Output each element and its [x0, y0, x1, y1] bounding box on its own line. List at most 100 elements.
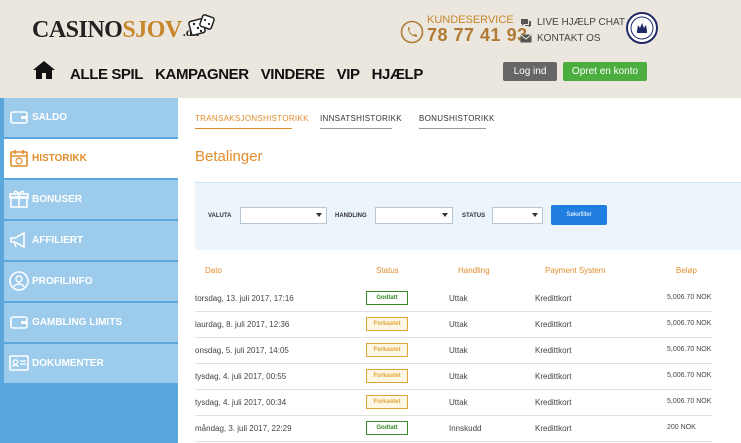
- chat-icon: [521, 18, 531, 27]
- cell-date: onsdag, 5. juli 2017, 14:05: [195, 346, 289, 355]
- login-button[interactable]: Log ind: [503, 62, 557, 81]
- wallet-icon: [10, 316, 28, 329]
- column-header-status: Status: [376, 266, 399, 275]
- status-badge: Godtatt: [366, 291, 408, 305]
- calendar-icon: [10, 150, 28, 167]
- status-badge: Forkastet: [366, 317, 408, 331]
- history-content: TRANSAKSJONSHISTORIKK INNSATSHISTORIKK B…: [178, 98, 741, 443]
- cell-action: Uttak: [449, 294, 468, 303]
- cell-action: Uttak: [449, 346, 468, 355]
- search-filter-button[interactable]: Søkefilter: [551, 205, 607, 225]
- phone-icon: [400, 20, 424, 44]
- nav-item-winners[interactable]: VINDERE: [261, 66, 325, 83]
- cell-date: tysdag, 4. juli 2017, 00:34: [195, 398, 287, 407]
- cell-date: måndag, 3. juli 2017, 22:29: [195, 424, 292, 433]
- account-sidebar: SALDO HISTORIKK BONUSER AFFILIERT PROFIL…: [0, 98, 178, 443]
- currency-label: VALUTA: [208, 213, 232, 219]
- chevron-down-icon: [532, 213, 538, 217]
- register-button[interactable]: Opret en konto: [563, 62, 647, 81]
- logo-text-accent: SJOV: [122, 17, 182, 43]
- cell-amount: 5,006.70 NOK: [667, 398, 712, 405]
- tab-bet-history[interactable]: INNSATSHISTORIKK: [320, 114, 402, 123]
- license-seal-icon[interactable]: [626, 12, 658, 44]
- cell-payment-system: Kredittkort: [535, 294, 572, 303]
- main-nav: ALLE SPIL KAMPAGNER VINDERE VIP HJÆLP: [70, 66, 435, 83]
- table-row: tysdag, 4. juli 2017, 00:55 Forkastet Ut…: [195, 364, 712, 390]
- nav-item-help[interactable]: HJÆLP: [372, 66, 424, 83]
- sidebar-item-profilinfo[interactable]: PROFILINFO: [4, 262, 178, 301]
- status-select[interactable]: [492, 207, 543, 224]
- filter-panel: VALUTA HANDLING STATUS Søkefilter: [195, 182, 741, 250]
- nav-item-all-games[interactable]: ALLE SPIL: [70, 66, 143, 83]
- tab-bonus-history[interactable]: BONUSHISTORIKK: [419, 114, 495, 123]
- sidebar-item-label: DOKUMENTER: [32, 358, 104, 369]
- cell-payment-system: Kredittkort: [535, 320, 572, 329]
- sidebar-item-historikk[interactable]: HISTORIKK: [4, 139, 178, 178]
- nav-item-vip[interactable]: VIP: [337, 66, 360, 83]
- contact-link[interactable]: KONTAKT OS: [520, 33, 601, 44]
- cell-amount: 5,006.70 NOK: [667, 346, 712, 353]
- envelope-icon: [520, 34, 532, 43]
- section-title: Betalinger: [195, 148, 263, 165]
- cell-amount: 5,006.70 NOK: [667, 320, 712, 327]
- cell-payment-system: Kredittkort: [535, 346, 572, 355]
- sidebar-item-gambling-limits[interactable]: GAMBLING LIMITS: [4, 303, 178, 342]
- tab-underline: [320, 128, 392, 129]
- sidebar-item-label: GAMBLING LIMITS: [32, 317, 122, 328]
- status-badge: Forkastet: [366, 343, 408, 357]
- sidebar-item-dokumenter[interactable]: DOKUMENTER: [4, 344, 178, 383]
- sidebar-item-label: BONUSER: [32, 194, 83, 205]
- column-header-payment-system: Payment System: [545, 266, 606, 275]
- status-badge: Forkastet: [366, 395, 408, 409]
- casino-logo[interactable]: CASINO SJOV .dk: [32, 16, 199, 44]
- logo-text: CASINO: [32, 17, 123, 43]
- nav-item-campaigns[interactable]: KAMPAGNER: [155, 66, 249, 83]
- cell-action: Uttak: [449, 398, 468, 407]
- status-badge: Forkastet: [366, 369, 408, 383]
- customer-service-phone[interactable]: 78 77 41 93: [427, 25, 528, 46]
- home-icon[interactable]: [32, 60, 56, 80]
- cell-payment-system: Kredittkort: [535, 372, 572, 381]
- sidebar-item-label: AFFILIERT: [32, 235, 84, 246]
- status-label: STATUS: [462, 213, 486, 219]
- active-tab-indicator: [195, 128, 292, 129]
- currency-select[interactable]: [240, 207, 327, 224]
- sidebar-item-label: PROFILINFO: [32, 276, 93, 287]
- cell-date: laurdag, 8. juli 2017, 12:36: [195, 320, 290, 329]
- sidebar-item-affiliert[interactable]: AFFILIERT: [4, 221, 178, 260]
- site-header: CASINO SJOV .dk KUNDESERVICE 78 77 41 93…: [0, 0, 741, 98]
- tab-underline: [419, 128, 486, 129]
- cell-action: Uttak: [449, 372, 468, 381]
- column-header-date: Dato: [205, 266, 222, 275]
- column-header-action: Handling: [458, 266, 490, 275]
- table-row: måndag, 3. juli 2017, 22:29 Godtatt Inns…: [195, 416, 712, 442]
- id-card-icon: [9, 355, 29, 371]
- cell-date: tysdag, 4. juli 2017, 00:55: [195, 372, 287, 381]
- chevron-down-icon: [316, 213, 322, 217]
- gift-icon: [9, 190, 29, 208]
- cell-payment-system: Kredittkort: [535, 398, 572, 407]
- dice-icon: [188, 14, 215, 36]
- cell-date: torsdag, 13. juli 2017, 17:16: [195, 294, 294, 303]
- table-row: tysdag, 4. juli 2017, 00:34 Forkastet Ut…: [195, 390, 712, 416]
- cell-action: Innskudd: [449, 424, 482, 433]
- sidebar-item-saldo[interactable]: SALDO: [4, 98, 178, 137]
- cell-amount: 200 NOK: [667, 424, 696, 431]
- table-row: onsdag, 5. juli 2017, 14:05 Forkastet Ut…: [195, 338, 712, 364]
- sidebar-item-label: HISTORIKK: [32, 153, 87, 164]
- user-icon: [9, 271, 29, 291]
- tab-transaction-history[interactable]: TRANSAKSJONSHISTORIKK: [195, 114, 309, 123]
- wallet-icon: [10, 111, 28, 124]
- cell-payment-system: Kredittkort: [535, 424, 572, 433]
- action-select[interactable]: [375, 207, 453, 224]
- cell-amount: 5,006.70 NOK: [667, 294, 712, 301]
- sidebar-item-label: SALDO: [32, 112, 67, 123]
- live-chat-label: LIVE HJÆLP CHAT: [537, 17, 625, 28]
- megaphone-icon: [10, 231, 25, 249]
- cell-amount: 5,006.70 NOK: [667, 372, 712, 379]
- table-row: laurdag, 8. juli 2017, 12:36 Forkastet U…: [195, 312, 712, 338]
- action-label: HANDLING: [335, 213, 367, 219]
- sidebar-item-bonuser[interactable]: BONUSER: [4, 180, 178, 219]
- live-chat-link[interactable]: LIVE HJÆLP CHAT: [520, 17, 625, 28]
- column-header-amount: Beløp: [676, 266, 697, 275]
